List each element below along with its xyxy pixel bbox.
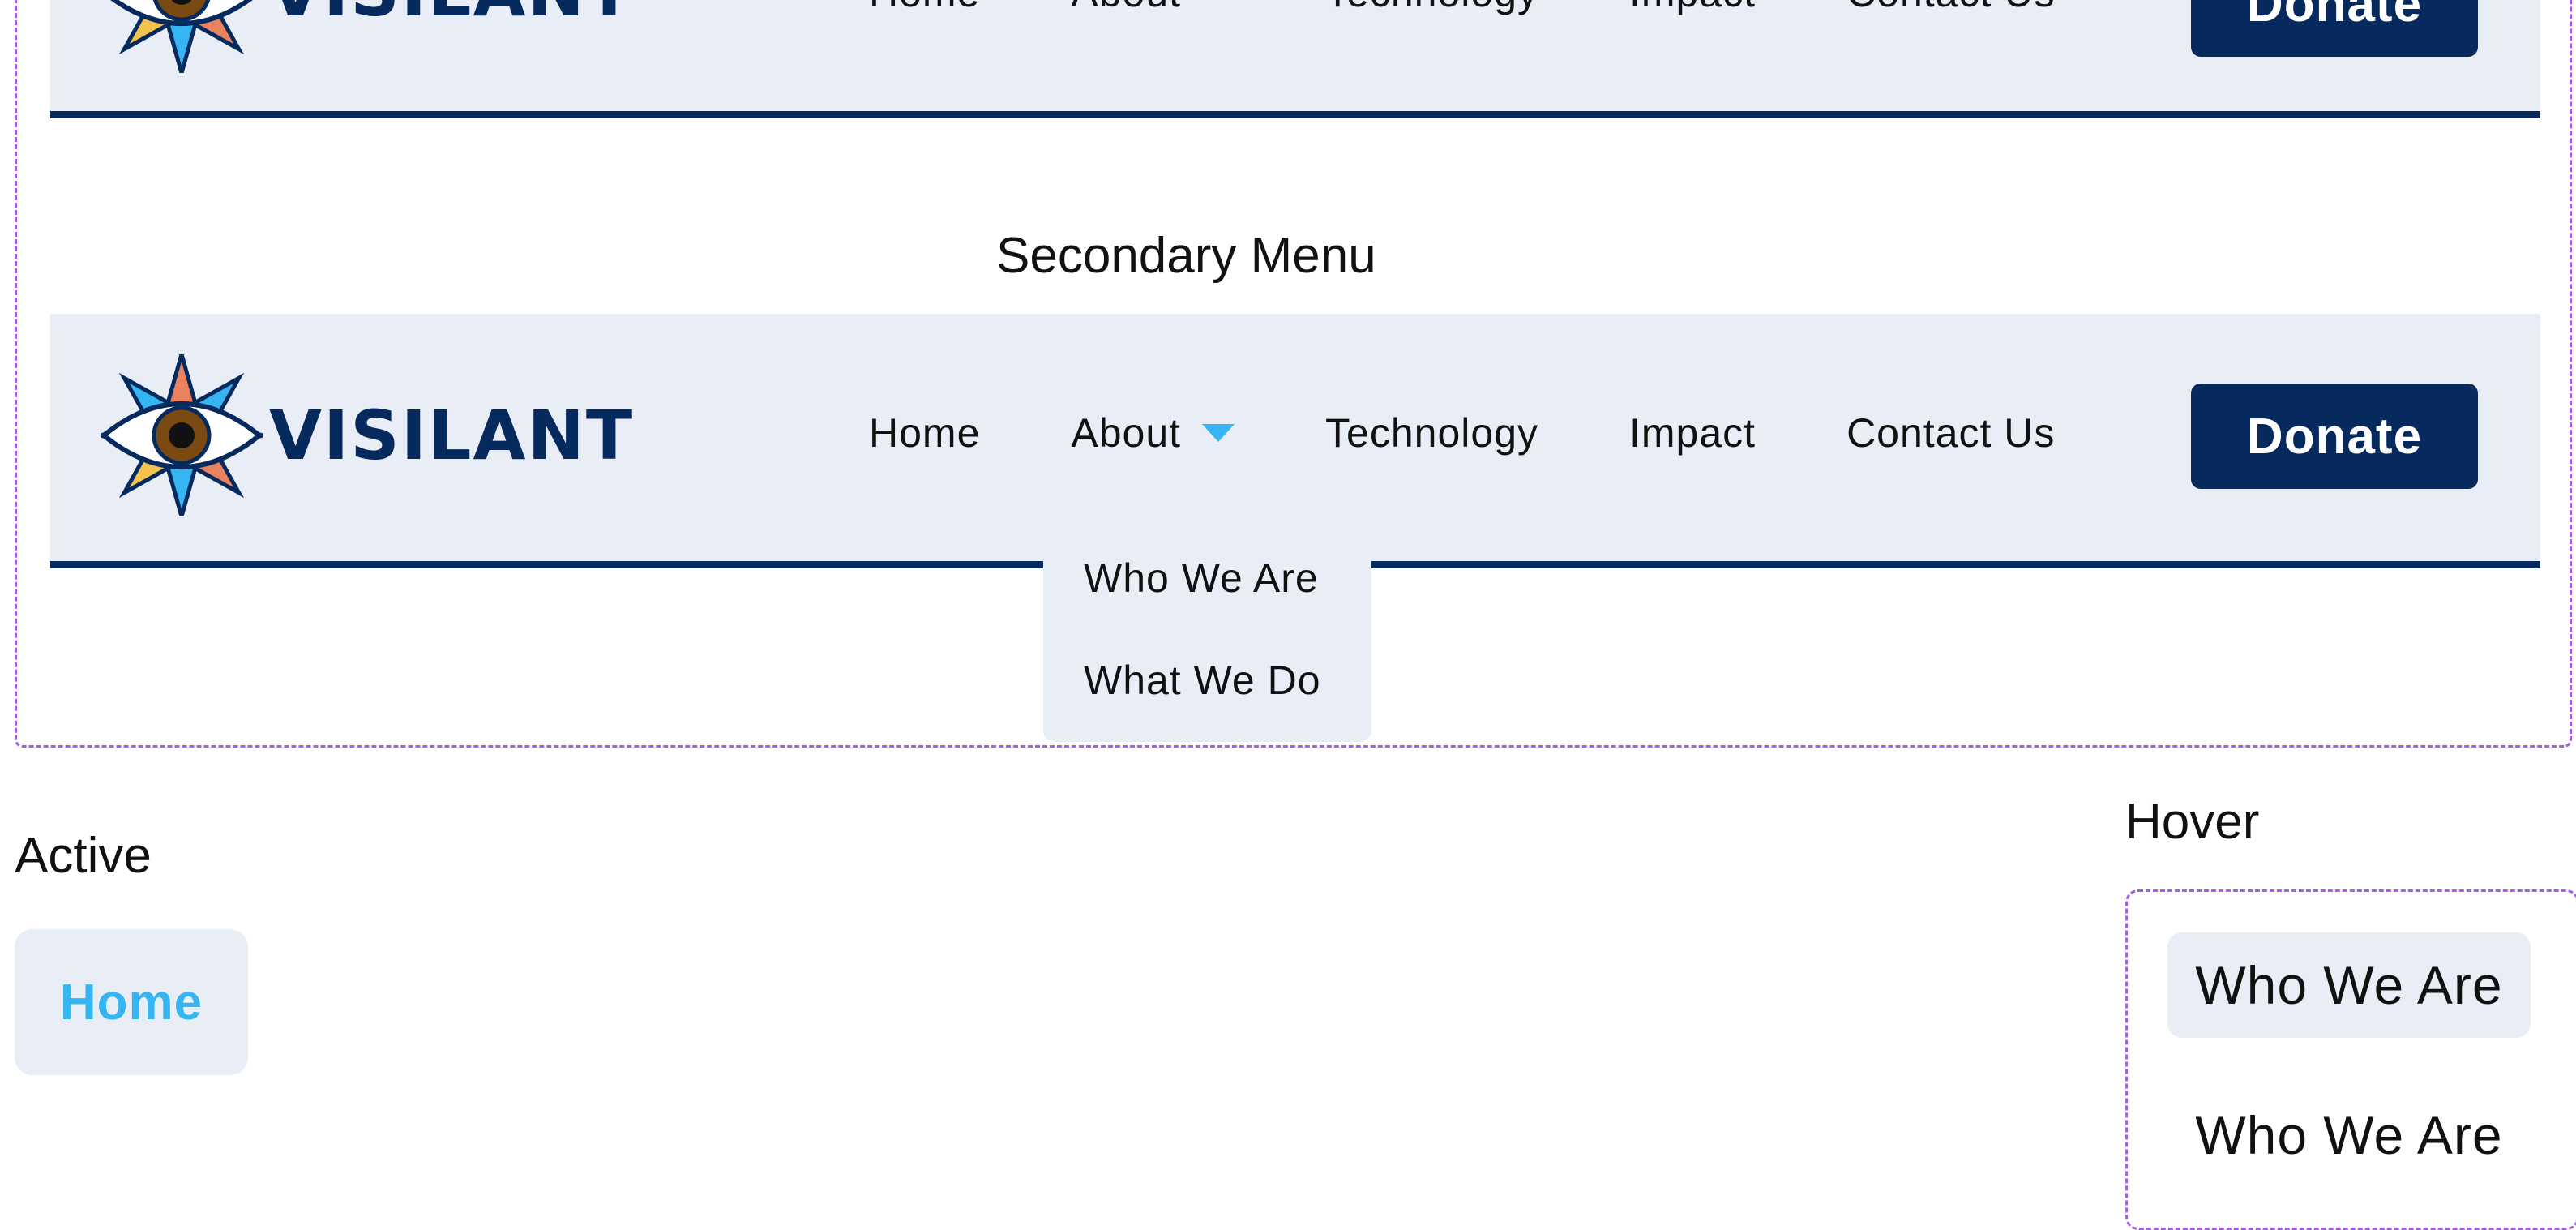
primary-nav-bar: VISILANT Home About Technology Impact Co… xyxy=(50,0,2540,118)
logo[interactable]: VISILANT xyxy=(101,0,634,73)
hover-item-who-we-are-default[interactable]: Who We Are xyxy=(2167,1082,2531,1188)
logo-wordmark: VISILANT xyxy=(269,396,635,475)
logo-wordmark: VISILANT xyxy=(269,0,634,32)
eye-logo-icon xyxy=(101,0,263,73)
caret-down-icon xyxy=(1202,424,1235,442)
active-nav-item-home[interactable]: Home xyxy=(15,929,248,1075)
nav-item-about-label: About xyxy=(1071,410,1182,456)
nav-item-contact[interactable]: Contact Us xyxy=(1846,409,2055,456)
dropdown-item-what-we-do[interactable]: What We Do xyxy=(1084,657,1321,704)
nav-item-impact[interactable]: Impact xyxy=(1629,409,1756,456)
dropdown-item-who-we-are[interactable]: Who We Are xyxy=(1084,555,1319,602)
primary-menu: Home About Technology Impact Contact Us xyxy=(869,0,2146,16)
nav-item-about[interactable]: About xyxy=(1071,0,1235,16)
nav-item-technology[interactable]: Technology xyxy=(1325,0,1538,16)
nav-item-home[interactable]: Home xyxy=(869,409,980,456)
section-title-hover: Hover xyxy=(2125,794,2260,850)
nav-item-technology[interactable]: Technology xyxy=(1325,409,1538,456)
nav-item-impact[interactable]: Impact xyxy=(1629,0,1756,16)
section-title-active: Active xyxy=(15,828,152,884)
logo[interactable]: VISILANT xyxy=(101,354,634,516)
secondary-menu: Home About Technology Impact Contact Us xyxy=(869,409,2146,456)
nav-item-contact[interactable]: Contact Us xyxy=(1846,0,2055,16)
secondary-nav-bar: VISILANT Home About Technology Impact Co… xyxy=(50,314,2540,568)
nav-item-home[interactable]: Home xyxy=(869,0,980,16)
nav-item-about-label: About xyxy=(1071,0,1181,16)
nav-item-about[interactable]: About xyxy=(1071,409,1235,456)
caret-down-icon xyxy=(1202,0,1235,2)
section-title-secondary: Secondary Menu xyxy=(996,228,1376,284)
eye-logo-icon xyxy=(101,354,263,516)
about-dropdown-menu: Who We Are What We Do xyxy=(1043,543,1371,742)
donate-button[interactable]: Donate xyxy=(2191,0,2478,57)
donate-button[interactable]: Donate xyxy=(2191,384,2478,489)
hover-item-who-we-are-hovered[interactable]: Who We Are xyxy=(2167,932,2531,1038)
